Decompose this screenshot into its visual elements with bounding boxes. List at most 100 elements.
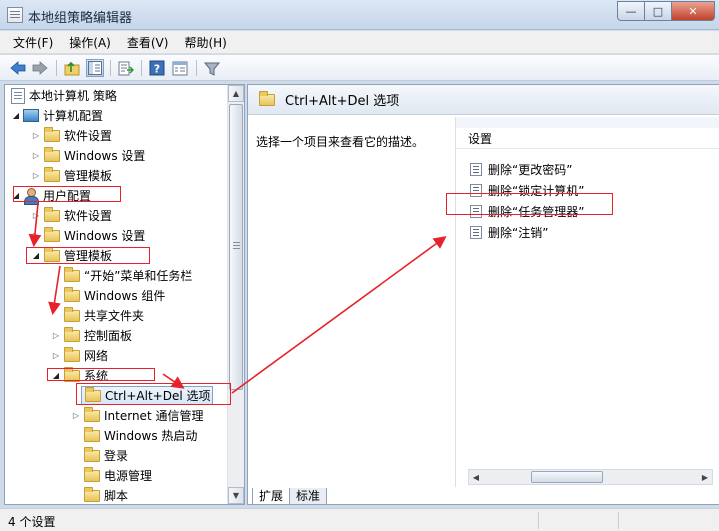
folder-icon (84, 466, 100, 482)
collapsed-arrow-icon[interactable]: ▷ (51, 351, 61, 360)
title-bar: 本地组策略编辑器 — □ ✕ (0, 0, 719, 30)
folder-icon (44, 166, 60, 182)
tree-node-user-software[interactable]: ▷ 软件设置 (31, 206, 112, 225)
tree-node-network[interactable]: ▷ 网络 (51, 346, 108, 365)
app-icon (7, 7, 23, 23)
show-hide-tree-icon[interactable] (86, 59, 104, 77)
scroll-right-icon[interactable]: ▶ (698, 470, 712, 484)
scroll-thumb[interactable] (229, 104, 243, 390)
minimize-button[interactable]: — (617, 1, 645, 21)
tree-label: 计算机配置 (43, 109, 104, 123)
settings-hscrollbar[interactable]: ◀ ▶ (468, 469, 713, 485)
setting-row[interactable]: 删除“任务管理器” (470, 201, 584, 221)
tree-label: Windows 设置 (64, 149, 146, 163)
collapsed-arrow-icon[interactable]: ▷ (31, 151, 41, 160)
window-controls: — □ ✕ (617, 1, 715, 21)
tree-node-user-windows[interactable]: ▷ Windows 设置 (31, 226, 145, 245)
setting-row[interactable]: 删除“注销” (470, 222, 548, 242)
tree-node-root[interactable]: 本地计算机 策略 (9, 86, 117, 105)
menu-view[interactable]: 查看(V) (119, 34, 177, 51)
tree-node-power-management[interactable]: 电源管理 (71, 466, 152, 485)
tab-extended[interactable]: 扩展 (252, 488, 291, 505)
tree-node-computer-windows[interactable]: ▷ Windows 设置 (31, 146, 145, 165)
scroll-left-icon[interactable]: ◀ (469, 470, 483, 484)
collapsed-arrow-icon[interactable]: ▷ (31, 131, 41, 140)
expanded-arrow-icon[interactable]: ◢ (51, 371, 61, 380)
settings-list: 设置 删除“更改密码” 删除“锁定计算机” 删除“任务管理器” 删除“注销” ◀… (455, 117, 719, 487)
setting-row[interactable]: 删除“更改密码” (470, 159, 572, 179)
filter-icon[interactable] (203, 59, 221, 77)
tree-label: 电源管理 (104, 469, 153, 483)
tree-label: 登录 (104, 449, 129, 463)
tree-scrollbar[interactable]: ▲ ▼ (227, 85, 244, 504)
tree-label: Windows 热启动 (104, 429, 198, 443)
tree-node-start-menu[interactable]: “开始”菜单和任务栏 (51, 266, 192, 285)
tree-node-shared-folders[interactable]: 共享文件夹 (51, 306, 144, 325)
details-pane: Ctrl+Alt+Del 选项 选择一个项目来查看它的描述。 设置 删除“更改密… (247, 84, 719, 505)
forward-arrow-icon[interactable] (31, 59, 49, 77)
tree-node-ctrl-alt-del[interactable]: Ctrl+Alt+Del 选项 (81, 386, 214, 405)
scroll-up-icon[interactable]: ▲ (228, 85, 244, 102)
tree-node-internet-comm[interactable]: ▷ Internet 通信管理 (71, 406, 203, 425)
back-arrow-icon[interactable] (9, 59, 27, 77)
tree-node-control-panel[interactable]: ▷ 控制面板 (51, 326, 132, 345)
tree-label: 共享文件夹 (84, 309, 145, 323)
policy-setting-icon (470, 183, 482, 197)
scroll-thumb[interactable] (531, 471, 603, 483)
close-button[interactable]: ✕ (671, 1, 715, 21)
tree-pane: 本地计算机 策略 ◢ 计算机配置 ▷ 软件设置 ▷ Windows 设置 ▷ 管… (4, 84, 245, 505)
folder-icon (44, 126, 60, 142)
menu-bar: 文件(F) 操作(A) 查看(V) 帮助(H) (0, 31, 719, 54)
folder-icon (44, 226, 60, 242)
expanded-arrow-icon[interactable]: ◢ (31, 251, 41, 260)
computer-icon (23, 109, 39, 122)
tree-node-user-admin[interactable]: ◢ 管理模板 (31, 246, 112, 265)
expanded-arrow-icon[interactable]: ◢ (11, 191, 21, 200)
export-list-icon[interactable] (117, 59, 135, 77)
setting-row[interactable]: 删除“锁定计算机” (470, 180, 584, 200)
menu-file[interactable]: 文件(F) (0, 34, 61, 51)
tree-label: 网络 (84, 349, 109, 363)
window-title: 本地组策略编辑器 (28, 11, 133, 26)
tree-node-windows-components[interactable]: Windows 组件 (51, 286, 165, 305)
collapsed-arrow-icon[interactable]: ▷ (31, 231, 41, 240)
tree-label: 用户配置 (43, 189, 92, 203)
tab-standard[interactable]: 标准 (289, 488, 328, 505)
folder-icon (84, 406, 100, 422)
settings-column-header[interactable]: 设置 (456, 117, 719, 149)
scroll-down-icon[interactable]: ▼ (228, 487, 244, 504)
tree-node-computer-software[interactable]: ▷ 软件设置 (31, 126, 112, 145)
policy-setting-icon (470, 204, 482, 218)
properties-icon[interactable] (171, 59, 189, 77)
folder-icon (64, 286, 80, 302)
folder-icon (44, 146, 60, 162)
menu-help[interactable]: 帮助(H) (176, 34, 234, 51)
tree-label: 控制面板 (84, 329, 133, 343)
tree-node-computer-admin[interactable]: ▷ 管理模板 (31, 166, 112, 185)
tree-node-system[interactable]: ◢ 系统 (51, 366, 108, 385)
toolbar: ? (0, 55, 719, 81)
policy-setting-icon (470, 162, 482, 176)
collapsed-arrow-icon[interactable]: ▷ (31, 211, 41, 220)
tree-node-computer-config[interactable]: ◢ 计算机配置 (11, 106, 103, 125)
details-title: Ctrl+Alt+Del 选项 (285, 94, 400, 109)
help-icon[interactable]: ? (148, 59, 166, 77)
tree-node-scripts[interactable]: 脚本 (71, 486, 128, 505)
collapsed-arrow-icon[interactable]: ▷ (51, 331, 61, 340)
up-folder-icon[interactable] (63, 59, 81, 77)
user-icon (23, 187, 39, 205)
folder-icon (84, 426, 100, 442)
folder-icon (64, 326, 80, 342)
maximize-button[interactable]: □ (644, 1, 672, 21)
tree-node-windows-hotstart[interactable]: Windows 热启动 (71, 426, 197, 445)
tree-node-logon[interactable]: 登录 (71, 446, 128, 465)
expanded-arrow-icon[interactable]: ◢ (11, 111, 21, 120)
status-text: 4 个设置 (8, 515, 56, 529)
collapsed-arrow-icon[interactable]: ▷ (31, 171, 41, 180)
tree-label: 软件设置 (64, 209, 113, 223)
folder-icon (44, 206, 60, 222)
policy-setting-icon (470, 225, 482, 239)
tree-node-user-config[interactable]: ◢ 用户配置 (11, 186, 91, 205)
collapsed-arrow-icon[interactable]: ▷ (71, 411, 81, 420)
menu-action[interactable]: 操作(A) (61, 34, 119, 51)
